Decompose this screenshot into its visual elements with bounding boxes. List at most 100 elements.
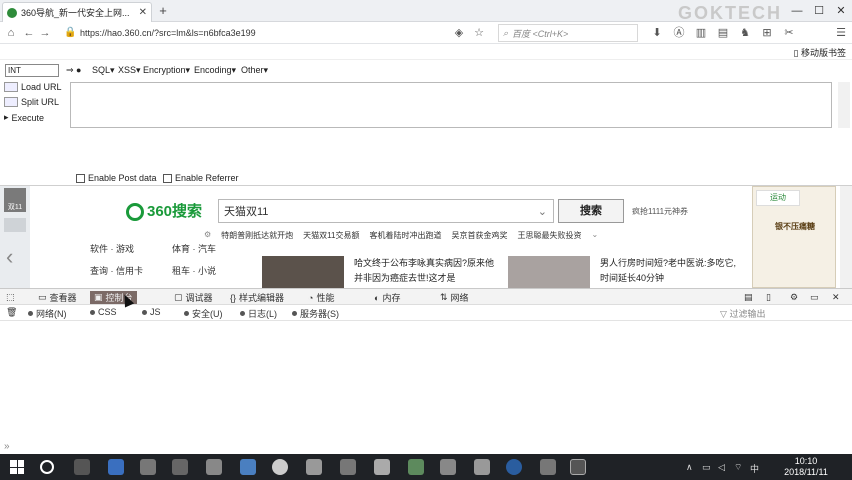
page-search-input[interactable]: 天猫双11 ⌄	[218, 199, 554, 223]
bookmark-icon[interactable]: ⊞	[760, 26, 774, 40]
logo-360-search[interactable]: 360搜索	[126, 200, 202, 222]
filter-output-input[interactable]: ▽ 过滤输出	[720, 307, 840, 319]
hackbar-url-textarea[interactable]	[70, 82, 832, 128]
tab-inspector[interactable]: ▭ 查看器	[34, 291, 81, 304]
app-icon[interactable]	[474, 459, 490, 475]
tab-style-editor[interactable]: {} 样式编辑器	[226, 291, 288, 304]
menu-icon[interactable]: ☰	[834, 26, 848, 40]
console-prompt[interactable]: »	[4, 441, 10, 452]
dock-icon[interactable]: ▭	[806, 291, 823, 304]
weather-widget[interactable]: 运动	[756, 190, 800, 206]
enable-referrer-checkbox[interactable]: Enable Referrer	[163, 173, 239, 183]
app-icon[interactable]	[172, 459, 188, 475]
app-icon[interactable]	[374, 459, 390, 475]
hot-item[interactable]: 客机着陆时冲出跑道	[369, 230, 441, 241]
devtools-close-icon[interactable]: ✕	[828, 291, 844, 304]
int-select[interactable]: INT	[5, 64, 59, 77]
chevron-left-icon[interactable]: ‹	[6, 244, 13, 270]
hot-item[interactable]: 特朗普刚抵达就开炮	[221, 230, 293, 241]
new-tab-icon[interactable]: +	[156, 4, 170, 18]
filter-network[interactable]: 网络(N)	[28, 307, 67, 320]
app-icon[interactable]	[306, 459, 322, 475]
sidebar-icon[interactable]: ▤	[716, 26, 730, 40]
xss-menu[interactable]: XSS▾	[118, 65, 141, 76]
firefox-icon[interactable]	[570, 459, 586, 475]
screenshot-icon[interactable]: ✂	[782, 26, 796, 40]
cortana-icon[interactable]	[40, 460, 54, 474]
load-url-button[interactable]: Load URL	[4, 82, 62, 92]
settings-icon[interactable]: ⚙	[204, 230, 211, 241]
app-icon[interactable]	[540, 459, 556, 475]
app-icon[interactable]	[206, 459, 222, 475]
dog-icon[interactable]: ♞	[738, 26, 752, 40]
translate-icon[interactable]: Ⓐ	[672, 26, 686, 40]
app-icon[interactable]	[340, 459, 356, 475]
split-url-button[interactable]: Split URL	[4, 97, 59, 107]
checkbox-box[interactable]	[163, 173, 172, 183]
chevron-down-icon[interactable]: ⌄	[591, 230, 598, 241]
news-headline[interactable]: 哈文终于公布李咏真实病因?原来他并非因为癌症去世!这才是	[354, 256, 494, 286]
volume-icon[interactable]: ◁	[718, 462, 725, 473]
download-icon[interactable]: ⬇	[650, 26, 664, 40]
star-icon[interactable]: ☆	[472, 26, 486, 40]
news-headline[interactable]: 男人行房时间短?老中医说:多吃它,时间延长40分钟	[600, 256, 742, 286]
tab-performance[interactable]: ◔ 性能	[304, 291, 338, 304]
news-thumbnail[interactable]	[508, 256, 590, 288]
edge-icon[interactable]	[108, 459, 124, 475]
hackbar-scrollbar[interactable]	[838, 82, 850, 128]
task-view-icon[interactable]	[74, 459, 90, 475]
app-icon[interactable]	[140, 459, 156, 475]
promo-link[interactable]: 疯抢1111元神券	[632, 206, 688, 217]
home-icon[interactable]: ⌂	[4, 26, 18, 40]
url-bar[interactable]: 🔒 https://hao.360.cn/?src=lm&ls=n6bfca3e…	[60, 24, 470, 42]
mobile-bookmarks-link[interactable]: ▯ 移动版书签	[794, 46, 846, 59]
app-icon[interactable]	[272, 459, 288, 475]
filter-server[interactable]: 服务器(S)	[292, 307, 339, 320]
window-close-icon[interactable]: ✕	[834, 4, 848, 18]
app-icon[interactable]	[506, 459, 522, 475]
start-button-icon[interactable]	[10, 460, 24, 474]
hot-item[interactable]: 王思聪最失败投资	[517, 230, 581, 241]
minimize-icon[interactable]: —	[790, 4, 804, 18]
url-text[interactable]: https://hao.360.cn/?src=lm&ls=n6bfca3e19…	[60, 28, 256, 38]
network-tray-icon[interactable]: ▭	[702, 462, 711, 473]
close-icon[interactable]: ✕	[139, 7, 147, 18]
hot-item[interactable]: 吴京首获金鸡奖	[451, 230, 507, 241]
sidebar-tile[interactable]	[4, 218, 26, 232]
filter-security[interactable]: 安全(U)	[184, 307, 223, 320]
maximize-icon[interactable]: ☐	[812, 4, 826, 18]
checkbox-box[interactable]	[76, 173, 85, 183]
tab-network[interactable]: ⇅ 网络	[436, 291, 473, 304]
trash-icon[interactable]: 🗑	[6, 307, 17, 318]
filter-logging[interactable]: 日志(L)	[240, 307, 277, 320]
double11-badge[interactable]: 双11	[4, 188, 26, 212]
app-icon[interactable]	[408, 459, 424, 475]
responsive-design-icon[interactable]: ▯	[762, 291, 775, 304]
tab-debugger[interactable]: ▢ 调试器	[170, 291, 217, 304]
tray-up-icon[interactable]: ∧	[686, 462, 693, 473]
back-icon[interactable]: ←	[22, 26, 36, 40]
encoding-menu[interactable]: Encoding▾	[194, 65, 236, 76]
page-search-button[interactable]: 搜索	[558, 199, 624, 223]
chevron-down-icon[interactable]: ⌄	[538, 205, 547, 218]
tab-memory[interactable]: ◐ 内存	[370, 291, 404, 304]
news-thumbnail[interactable]	[262, 256, 344, 288]
split-console-icon[interactable]: ▤	[740, 291, 757, 304]
filter-css[interactable]: CSS	[90, 307, 117, 317]
pick-element-icon[interactable]: ⬚	[2, 291, 19, 304]
category-link[interactable]: 查询 · 信用卡	[90, 264, 143, 277]
shield-icon[interactable]: ◈	[452, 26, 466, 40]
browser-tab[interactable]: 360导航_新一代安全上网... ✕	[2, 2, 152, 22]
category-link[interactable]: 体育 · 汽车	[172, 242, 216, 255]
sql-menu[interactable]: SQL▾	[92, 65, 115, 76]
app-icon[interactable]	[240, 459, 256, 475]
hot-item[interactable]: 天猫双11交易额	[303, 230, 359, 241]
app-icon[interactable]	[440, 459, 456, 475]
category-link[interactable]: 软件 · 游戏	[90, 242, 134, 255]
filter-js[interactable]: JS	[142, 307, 161, 317]
taskbar-clock[interactable]: 10:10 2018/11/11	[764, 456, 848, 478]
ime-indicator[interactable]: 中	[750, 462, 759, 475]
hackbar-arrows-icon[interactable]: ⇒ ●	[66, 65, 81, 76]
library-icon[interactable]: ▥	[694, 26, 708, 40]
wifi-icon[interactable]: ⌔	[734, 462, 742, 473]
